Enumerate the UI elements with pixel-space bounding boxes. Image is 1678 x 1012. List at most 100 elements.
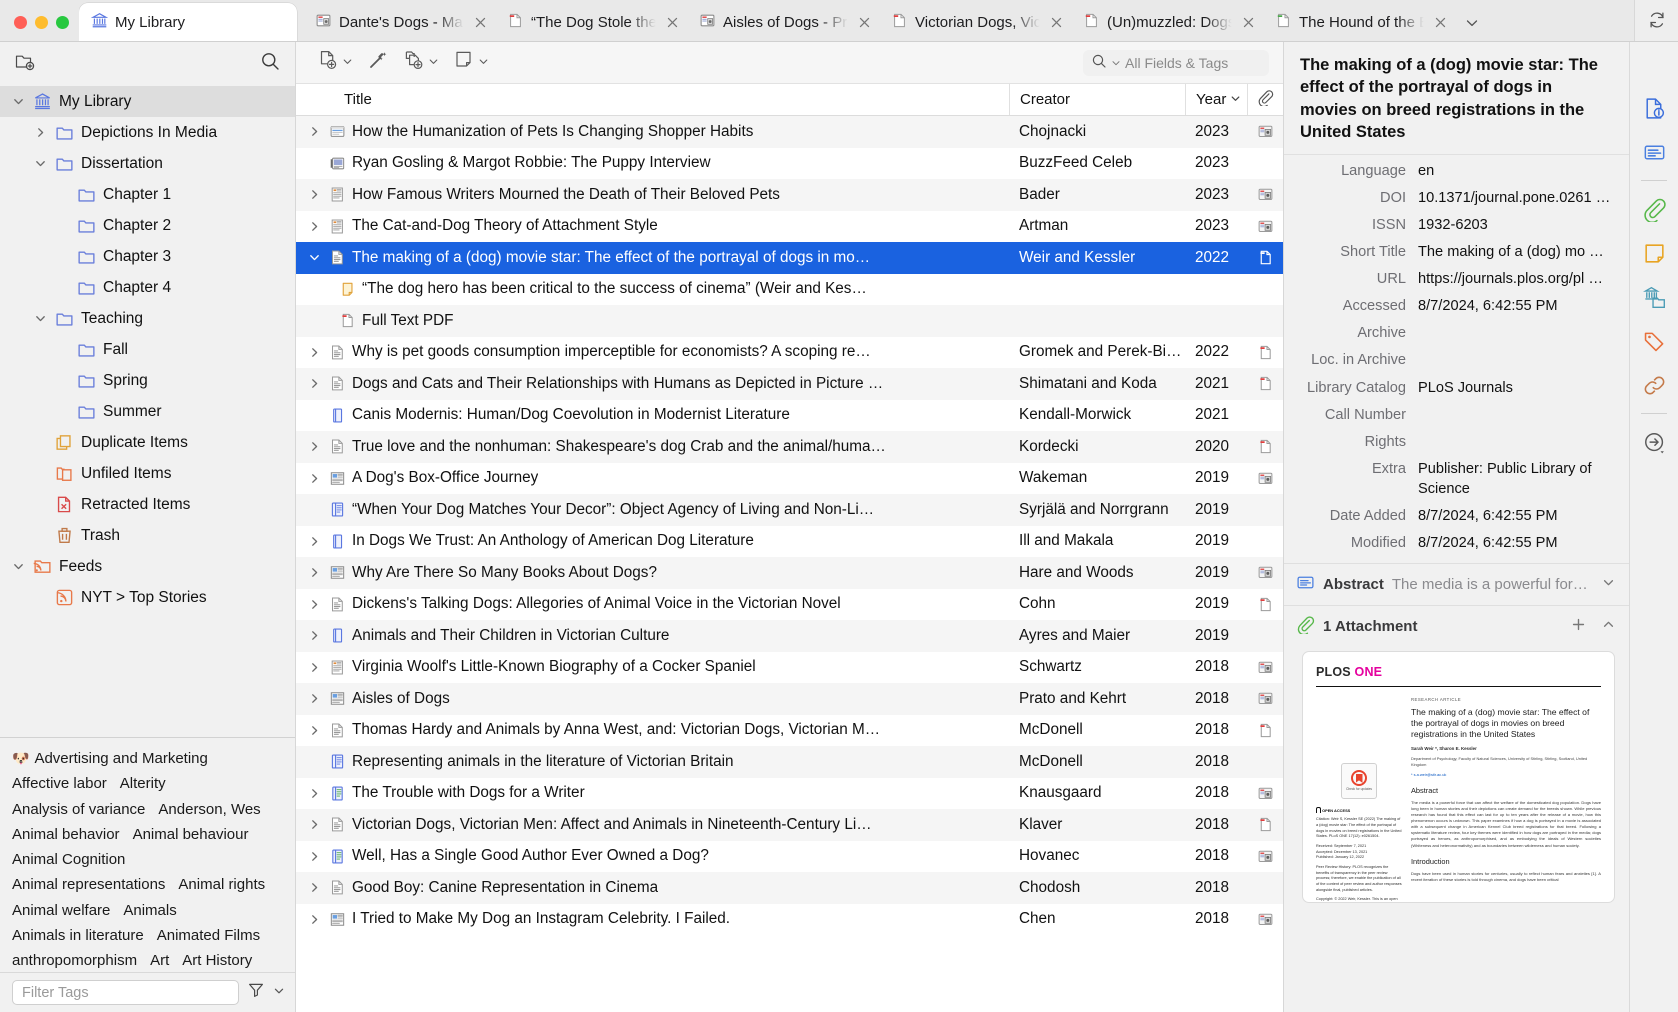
- close-icon[interactable]: [856, 14, 873, 31]
- tag-item[interactable]: Affective labor: [12, 772, 107, 796]
- minimize-window-button[interactable]: [35, 16, 48, 29]
- table-row[interactable]: Ryan Gosling & Margot Robbie: The Puppy …: [296, 148, 1283, 180]
- sidebar-item-unfiled-items[interactable]: Unfiled Items: [0, 458, 295, 489]
- paperclip-icon[interactable]: [1634, 189, 1674, 229]
- tag-item[interactable]: 🐶 Advertising and Marketing: [12, 747, 208, 771]
- table-row[interactable]: Victorian Dogs, Victorian Men: Affect an…: [296, 809, 1283, 841]
- chevron-up-icon[interactable]: [1602, 618, 1615, 635]
- tag-icon[interactable]: [1634, 321, 1674, 361]
- abstract-section-header[interactable]: Abstract The media is a powerful forc…: [1284, 562, 1629, 605]
- chevron-down-icon[interactable]: [273, 984, 285, 1002]
- new-note-button[interactable]: [448, 49, 494, 77]
- metadata-row[interactable]: ISSN 1932-6203: [1284, 211, 1629, 238]
- metadata-value[interactable]: https://journals.plos.org/pl …: [1418, 269, 1619, 289]
- add-by-identifier-button[interactable]: [362, 49, 394, 77]
- chevron-right-icon[interactable]: [306, 881, 322, 894]
- chevron-right-icon[interactable]: [32, 125, 48, 141]
- column-header-attachment[interactable]: [1247, 84, 1283, 115]
- sidebar-item-feeds[interactable]: Feeds: [0, 551, 295, 582]
- tag-filter-input[interactable]: Filter Tags: [12, 980, 239, 1005]
- table-row[interactable]: I Tried to Make My Dog an Instagram Cele…: [296, 904, 1283, 936]
- chevron-right-icon[interactable]: [306, 188, 322, 201]
- chevron-right-icon[interactable]: [306, 535, 322, 548]
- metadata-row[interactable]: Rights: [1284, 428, 1629, 455]
- chevron-right-icon[interactable]: [306, 440, 322, 453]
- sidebar-item-teaching[interactable]: Teaching: [0, 303, 295, 334]
- tag-item[interactable]: Animal rights: [178, 873, 265, 897]
- tag-item[interactable]: Alterity: [120, 772, 166, 796]
- collections-search-icon[interactable]: [259, 50, 281, 77]
- chevron-right-icon[interactable]: [306, 818, 322, 831]
- metadata-row[interactable]: Extra Publisher: Public Library of Scienc…: [1284, 455, 1629, 502]
- metadata-value[interactable]: Publisher: Public Library of Science: [1418, 459, 1619, 499]
- attachments-section-header[interactable]: 1 Attachment: [1284, 604, 1629, 647]
- tabs-overflow-button[interactable]: [1455, 15, 1489, 41]
- tag-item[interactable]: Art History: [182, 949, 252, 972]
- chevron-right-icon[interactable]: [306, 598, 322, 611]
- tab-reader-3[interactable]: Aisles of Dogs - Pra: [687, 3, 879, 41]
- chevron-right-icon[interactable]: [306, 850, 322, 863]
- table-row[interactable]: “The dog hero has been critical to the s…: [296, 274, 1283, 306]
- related-icon[interactable]: [1634, 365, 1674, 405]
- metadata-value[interactable]: 8/7/2024, 6:42:55 PM: [1418, 296, 1619, 316]
- chevron-down-icon[interactable]: [10, 94, 26, 110]
- table-row[interactable]: The making of a (dog) movie star: The ef…: [296, 242, 1283, 274]
- metadata-value[interactable]: 1932-6203: [1418, 215, 1619, 235]
- tag-item[interactable]: Analysis of variance: [12, 798, 145, 822]
- table-row[interactable]: Canis Modernis: Human/Dog Coevolution in…: [296, 400, 1283, 432]
- chevron-right-icon[interactable]: [306, 346, 322, 359]
- tab-reader-2[interactable]: “The Dog Stole the F: [495, 3, 687, 41]
- item-metadata-fields[interactable]: Language en DOI 10.1371/journal.pone.0261 ……: [1284, 155, 1629, 563]
- tab-reader-6[interactable]: The Hound of the Ba: [1263, 3, 1455, 41]
- close-window-button[interactable]: [14, 16, 27, 29]
- close-icon[interactable]: [472, 14, 489, 31]
- chevron-right-icon[interactable]: [306, 566, 322, 579]
- new-collection-icon[interactable]: [14, 50, 36, 77]
- table-row[interactable]: Dickens's Talking Dogs: Allegories of An…: [296, 589, 1283, 621]
- sidebar-item-duplicate-items[interactable]: Duplicate Items: [0, 427, 295, 458]
- chevron-down-icon[interactable]: [306, 251, 322, 264]
- table-row[interactable]: True love and the nonhuman: Shakespeare'…: [296, 431, 1283, 463]
- sidebar-item-chapter-2[interactable]: Chapter 2: [0, 210, 295, 241]
- sidebar-item-nyt-top-stories[interactable]: NYT > Top Stories: [0, 582, 295, 613]
- tab-reader-5[interactable]: (Un)muzzled: Dogs i: [1071, 3, 1263, 41]
- sidebar-item-dissertation[interactable]: Dissertation: [0, 148, 295, 179]
- sidebar-item-retracted-items[interactable]: Retracted Items: [0, 489, 295, 520]
- maximize-window-button[interactable]: [56, 16, 69, 29]
- new-item-button[interactable]: [312, 49, 358, 77]
- table-row[interactable]: Aisles of Dogs Prato and Kehrt 2018: [296, 683, 1283, 715]
- metadata-row[interactable]: Language en: [1284, 157, 1629, 184]
- table-row[interactable]: Full Text PDF: [296, 305, 1283, 337]
- table-row[interactable]: Animals and Their Children in Victorian …: [296, 620, 1283, 652]
- metadata-row[interactable]: URL https://journals.plos.org/pl …: [1284, 266, 1629, 293]
- chevron-right-icon[interactable]: [306, 724, 322, 737]
- metadata-row[interactable]: Call Number: [1284, 401, 1629, 428]
- chevron-right-icon[interactable]: [306, 787, 322, 800]
- close-icon[interactable]: [1432, 14, 1449, 31]
- metadata-value[interactable]: 8/7/2024, 6:42:55 PM: [1418, 506, 1619, 526]
- table-row[interactable]: Dogs and Cats and Their Relationships wi…: [296, 368, 1283, 400]
- metadata-row[interactable]: Archive: [1284, 320, 1629, 347]
- note-icon[interactable]: [1634, 233, 1674, 273]
- table-row[interactable]: Well, Has a Single Good Author Ever Owne…: [296, 841, 1283, 873]
- metadata-row[interactable]: Date Added 8/7/2024, 6:42:55 PM: [1284, 503, 1629, 530]
- sidebar-item-chapter-4[interactable]: Chapter 4: [0, 272, 295, 303]
- chevron-right-icon[interactable]: [306, 661, 322, 674]
- sidebar-item-summer[interactable]: Summer: [0, 396, 295, 427]
- table-row[interactable]: Representing animals in the literature o…: [296, 746, 1283, 778]
- sidebar-item-depictions-in-media[interactable]: Depictions In Media: [0, 117, 295, 148]
- tag-item[interactable]: Animal behavior: [12, 823, 120, 847]
- metadata-row[interactable]: DOI 10.1371/journal.pone.0261 …: [1284, 184, 1629, 211]
- metadata-row[interactable]: Loc. in Archive: [1284, 347, 1629, 374]
- info-icon[interactable]: [1634, 88, 1674, 128]
- sidebar-item-chapter-1[interactable]: Chapter 1: [0, 179, 295, 210]
- metadata-value[interactable]: en: [1418, 161, 1619, 181]
- table-row[interactable]: How the Humanization of Pets Is Changing…: [296, 116, 1283, 148]
- chevron-down-icon[interactable]: [32, 311, 48, 327]
- funnel-icon[interactable]: [247, 981, 265, 1004]
- tab-reader-1[interactable]: Dante's Dogs - Man: [303, 3, 495, 41]
- sidebar-item-my-library[interactable]: My Library: [0, 86, 295, 117]
- metadata-value[interactable]: PLoS Journals: [1418, 378, 1619, 398]
- chevron-right-icon[interactable]: [306, 913, 322, 926]
- metadata-row[interactable]: Modified 8/7/2024, 6:42:55 PM: [1284, 530, 1629, 557]
